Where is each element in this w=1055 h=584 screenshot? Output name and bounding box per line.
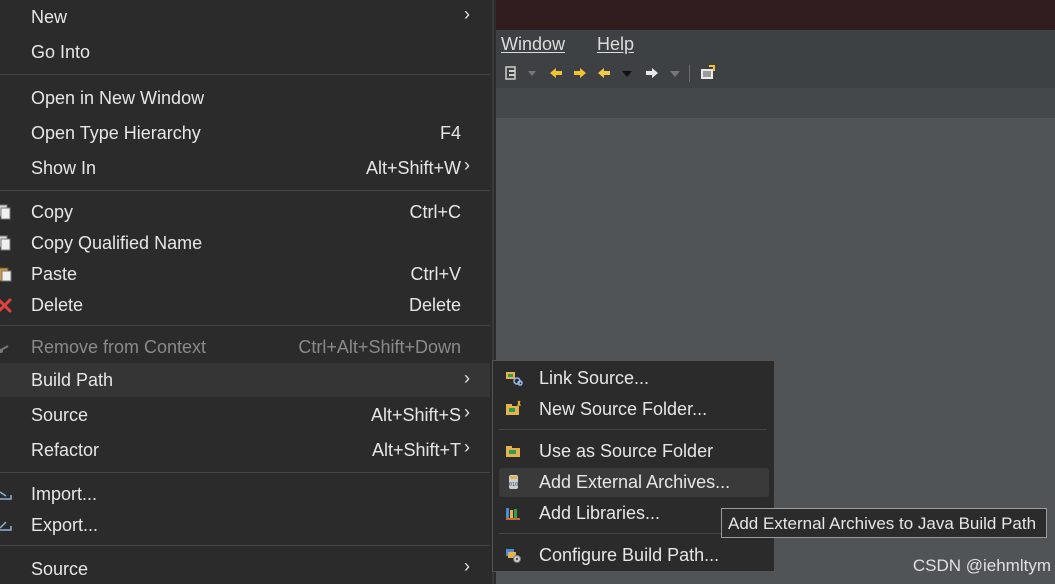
menu-item-copy[interactable]: Copy Ctrl+C	[0, 197, 490, 228]
menu-item-build-path[interactable]: Build Path ›	[0, 363, 490, 397]
submenu-item-label: Add External Archives...	[539, 472, 731, 492]
menu-item-label: Source	[31, 559, 89, 579]
forward-arrow-icon[interactable]	[644, 65, 660, 81]
menu-item-open-in-new-window[interactable]: Open in New Window	[0, 83, 490, 114]
menu-item-label: Go Into	[31, 42, 91, 62]
link-source-icon	[506, 372, 523, 386]
submenu-separator	[499, 429, 767, 430]
menu-item-go-into[interactable]: Go Into	[0, 37, 490, 68]
menu-item-label: Copy	[31, 202, 74, 222]
toolbar-hierarchy-icon[interactable]	[504, 65, 520, 81]
toolbar	[496, 59, 1055, 88]
tooltip-text: Add External Archives to Java Build Path	[728, 514, 1037, 533]
chevron-right-icon: ›	[464, 368, 470, 388]
menu-item-export[interactable]: Export...	[0, 510, 490, 541]
menu-item-label: Open in New Window	[31, 88, 205, 108]
screen: Window Help New › Go Into Open in New Wi…	[0, 0, 1055, 584]
import-icon	[0, 491, 12, 500]
menu-separator	[0, 190, 490, 191]
menu-item-show-in[interactable]: Show In Alt+Shift+W ›	[0, 153, 490, 184]
menu-item-shortcut: Alt+Shift+W	[365, 158, 461, 178]
configure-build-path-icon	[506, 549, 521, 563]
menu-bar: Window Help	[496, 30, 1055, 59]
copy-qualified-name-icon	[0, 235, 11, 251]
menu-item-label: Source	[31, 405, 89, 425]
back-arrow-icon[interactable]	[596, 65, 612, 81]
back-dropdown-icon[interactable]	[621, 65, 633, 81]
menu-item-new[interactable]: New ›	[0, 2, 490, 33]
export-icon	[0, 521, 12, 531]
menu-separator	[0, 325, 490, 326]
chevron-right-icon: ›	[464, 556, 470, 576]
toolbar-divider	[689, 65, 690, 82]
delete-icon	[0, 298, 12, 313]
menu-item-source-2[interactable]: Source ›	[0, 554, 490, 584]
submenu-item-label: Use as Source Folder	[539, 441, 714, 461]
menu-item-paste[interactable]: Paste Ctrl+V	[0, 259, 490, 290]
copy-icon	[0, 204, 11, 220]
menu-help[interactable]: Help	[597, 34, 634, 55]
tooltip: Add External Archives to Java Build Path	[721, 508, 1047, 538]
menu-item-shortcut: Alt+Shift+S	[370, 405, 461, 425]
chevron-right-icon: ›	[464, 4, 470, 24]
menu-window[interactable]: Window	[501, 34, 565, 55]
toolbar-dropdown-icon[interactable]	[527, 65, 537, 81]
menu-item-label: Copy Qualified Name	[31, 233, 203, 253]
menu-separator	[0, 74, 490, 75]
menu-item-label: Export...	[31, 515, 99, 535]
menu-item-shortcut: Ctrl+V	[410, 264, 461, 284]
chevron-right-icon: ›	[464, 402, 470, 422]
editor-tab-strip	[496, 88, 1055, 118]
source-folder-icon	[506, 446, 520, 457]
submenu-item-use-as-source-folder[interactable]: Use as Source Folder	[499, 437, 769, 466]
menu-item-label: Paste	[31, 264, 78, 284]
menu-item-refactor[interactable]: Refactor Alt+Shift+T ›	[0, 435, 490, 466]
jar-archive-icon: 010	[509, 475, 518, 489]
libraries-icon	[506, 508, 520, 520]
chevron-right-icon: ›	[464, 437, 470, 457]
menu-item-import[interactable]: Import...	[0, 479, 490, 510]
menu-item-shortcut: Ctrl+C	[409, 202, 461, 222]
menu-item-remove-from-context: Remove from Context Ctrl+Alt+Shift+Down	[0, 332, 490, 363]
menu-separator	[0, 545, 490, 546]
title-bar	[496, 0, 1055, 30]
menu-item-shortcut: Alt+Shift+T	[371, 440, 461, 460]
menu-separator	[0, 472, 490, 473]
new-source-folder-icon	[506, 400, 521, 415]
menu-item-open-type-hierarchy[interactable]: Open Type Hierarchy F4	[0, 118, 490, 149]
menu-item-delete[interactable]: Delete Delete	[0, 290, 490, 321]
svg-text:010: 010	[509, 482, 518, 488]
context-menu: New › Go Into Open in New Window Open Ty…	[0, 0, 494, 584]
watermark: CSDN @iehmltym	[912, 556, 1051, 575]
menu-item-label: Refactor	[31, 440, 100, 460]
forward-dropdown-icon[interactable]	[669, 65, 681, 81]
menu-item-shortcut: Delete	[408, 295, 461, 315]
remove-from-context-icon	[0, 345, 9, 353]
paste-icon	[0, 267, 12, 282]
menu-item-label: Delete	[31, 295, 84, 315]
submenu-item-label: Configure Build Path...	[539, 545, 720, 565]
submenu-item-label: Link Source...	[539, 368, 650, 388]
menu-item-shortcut: Ctrl+Alt+Shift+Down	[298, 337, 461, 357]
menu-item-source[interactable]: Source Alt+Shift+S ›	[0, 400, 490, 431]
menu-item-label: Remove from Context	[31, 337, 207, 357]
submenu-item-link-source[interactable]: Link Source...	[499, 364, 769, 393]
menu-item-label: Build Path	[31, 370, 114, 390]
open-perspective-icon[interactable]	[699, 65, 715, 81]
prev-annotation-icon[interactable]	[548, 65, 564, 81]
menu-item-label: Import...	[31, 484, 98, 504]
submenu-item-label: Add Libraries...	[539, 503, 661, 523]
menu-item-label: Show In	[31, 158, 97, 178]
menu-item-copy-qualified-name[interactable]: Copy Qualified Name	[0, 228, 490, 259]
submenu-item-add-external-archives[interactable]: 010 Add External Archives...	[499, 468, 769, 497]
chevron-right-icon: ›	[464, 155, 470, 175]
menu-item-label: New	[31, 7, 68, 27]
submenu-item-configure-build-path[interactable]: Configure Build Path...	[499, 541, 769, 570]
menu-item-shortcut: F4	[439, 123, 461, 143]
build-path-submenu: Link Source... New Source Folder... Use …	[492, 360, 775, 572]
submenu-item-new-source-folder[interactable]: New Source Folder...	[499, 395, 769, 424]
menu-item-label: Open Type Hierarchy	[31, 123, 201, 143]
submenu-item-label: New Source Folder...	[539, 399, 708, 419]
next-annotation-icon[interactable]	[572, 65, 588, 81]
